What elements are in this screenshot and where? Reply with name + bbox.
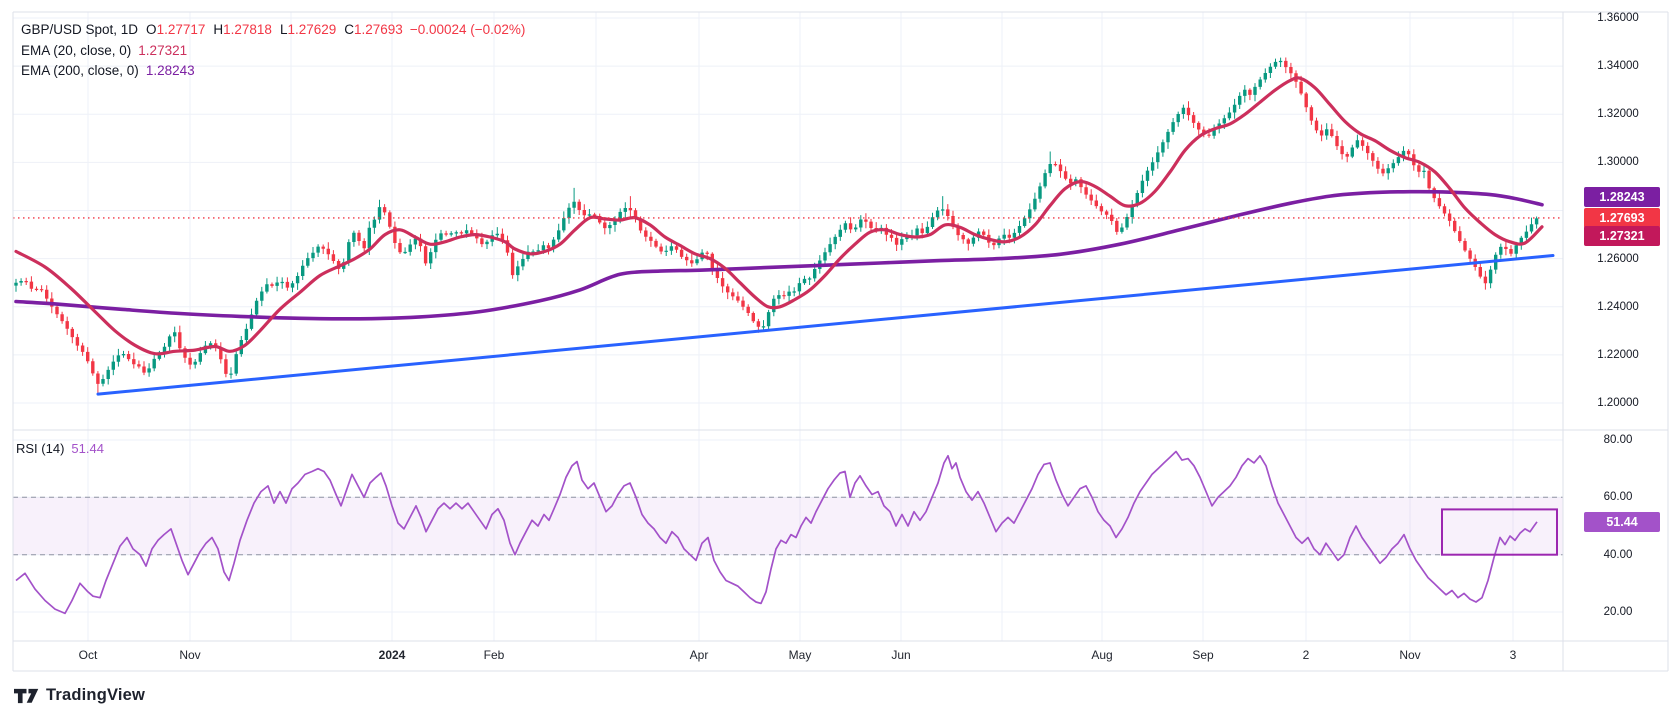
chart-canvas[interactable] bbox=[0, 0, 1675, 718]
rsi-axis-label: 40.00 bbox=[1603, 549, 1633, 561]
ema20-legend-row[interactable]: EMA (20, close, 0) 1.27321 bbox=[21, 41, 525, 62]
time-axis-label: Oct bbox=[78, 648, 98, 662]
ema200-price-badge: 1.28243 bbox=[1584, 187, 1660, 207]
low-value: 1.27629 bbox=[287, 22, 337, 37]
rsi-legend-row[interactable]: RSI (14) 51.44 bbox=[16, 441, 104, 456]
close-label: C bbox=[344, 22, 355, 37]
symbol-ohlc-row: GBP/USD Spot, 1D O1.27717 H1.27818 L1.27629… bbox=[21, 20, 525, 41]
rsi-axis-label: 60.00 bbox=[1603, 491, 1633, 503]
ema20-label: EMA (20, close, 0) bbox=[21, 42, 132, 58]
price-axis-label: 1.34000 bbox=[1597, 60, 1639, 72]
time-axis-label: May bbox=[788, 648, 812, 662]
candle-wicks-up bbox=[15, 57, 1538, 387]
price-axis-label: 1.32000 bbox=[1597, 108, 1639, 120]
ema20-price-badge: 1.27321 bbox=[1584, 226, 1660, 246]
symbol-legend[interactable]: GBP/USD Spot, 1D O1.27717 H1.27818 L1.27629… bbox=[21, 20, 525, 82]
tradingview-logo-text: TradingView bbox=[46, 686, 146, 704]
rsi-label: RSI (14) bbox=[16, 441, 65, 456]
rsi-value: 51.44 bbox=[71, 441, 104, 456]
change-value: −0.00024 (−0.02%) bbox=[409, 22, 526, 37]
rsi-value-badge: 51.44 bbox=[1584, 512, 1660, 532]
ema200-legend-row[interactable]: EMA (200, close, 0) 1.28243 bbox=[21, 61, 525, 82]
tradingview-attribution[interactable]: TradingView bbox=[14, 686, 145, 705]
time-axis-label: Feb bbox=[483, 648, 505, 662]
chart-frame bbox=[12, 11, 1669, 672]
open-label: O bbox=[146, 22, 157, 37]
time-axis-label: Nov bbox=[1399, 648, 1421, 662]
time-axis-label: 3 bbox=[1509, 648, 1517, 662]
time-axis-label: Apr bbox=[689, 648, 709, 662]
price-axis-label: 1.26000 bbox=[1597, 253, 1639, 265]
ema200-value: 1.28243 bbox=[145, 63, 195, 78]
tradingview-logo-icon bbox=[14, 688, 39, 703]
time-axis-label: Sep bbox=[1192, 648, 1214, 662]
last-price-badge: 1.27693 bbox=[1584, 208, 1660, 228]
price-axis-label: 1.36000 bbox=[1597, 12, 1639, 24]
time-axis-label: 2 bbox=[1302, 648, 1310, 662]
price-axis-label: 1.20000 bbox=[1597, 397, 1639, 409]
high-value: 1.27818 bbox=[223, 22, 272, 37]
price-axis-label: 1.24000 bbox=[1597, 301, 1639, 313]
time-axis-label: Aug bbox=[1091, 648, 1113, 662]
price-axis-label: 1.22000 bbox=[1597, 349, 1639, 361]
time-axis-label: Jun bbox=[891, 648, 911, 662]
rsi-axis-label: 80.00 bbox=[1603, 434, 1633, 446]
tradingview-chart-window: GBP/USD Spot, 1D O1.27717 H1.27818 L1.27629… bbox=[0, 0, 1675, 718]
ema200-label: EMA (200, close, 0) bbox=[21, 63, 139, 78]
symbol-title: GBP/USD Spot, 1D bbox=[21, 22, 139, 37]
ema20-value: 1.27321 bbox=[138, 42, 188, 58]
rsi-axis-label: 20.00 bbox=[1603, 606, 1633, 618]
close-value: 1.27693 bbox=[354, 22, 403, 37]
high-label: H bbox=[213, 22, 224, 37]
time-axis-label: 2024 bbox=[378, 648, 406, 662]
price-axis-label: 1.30000 bbox=[1597, 156, 1639, 168]
time-axis-label: Nov bbox=[179, 648, 201, 662]
open-value: 1.27717 bbox=[156, 22, 206, 37]
